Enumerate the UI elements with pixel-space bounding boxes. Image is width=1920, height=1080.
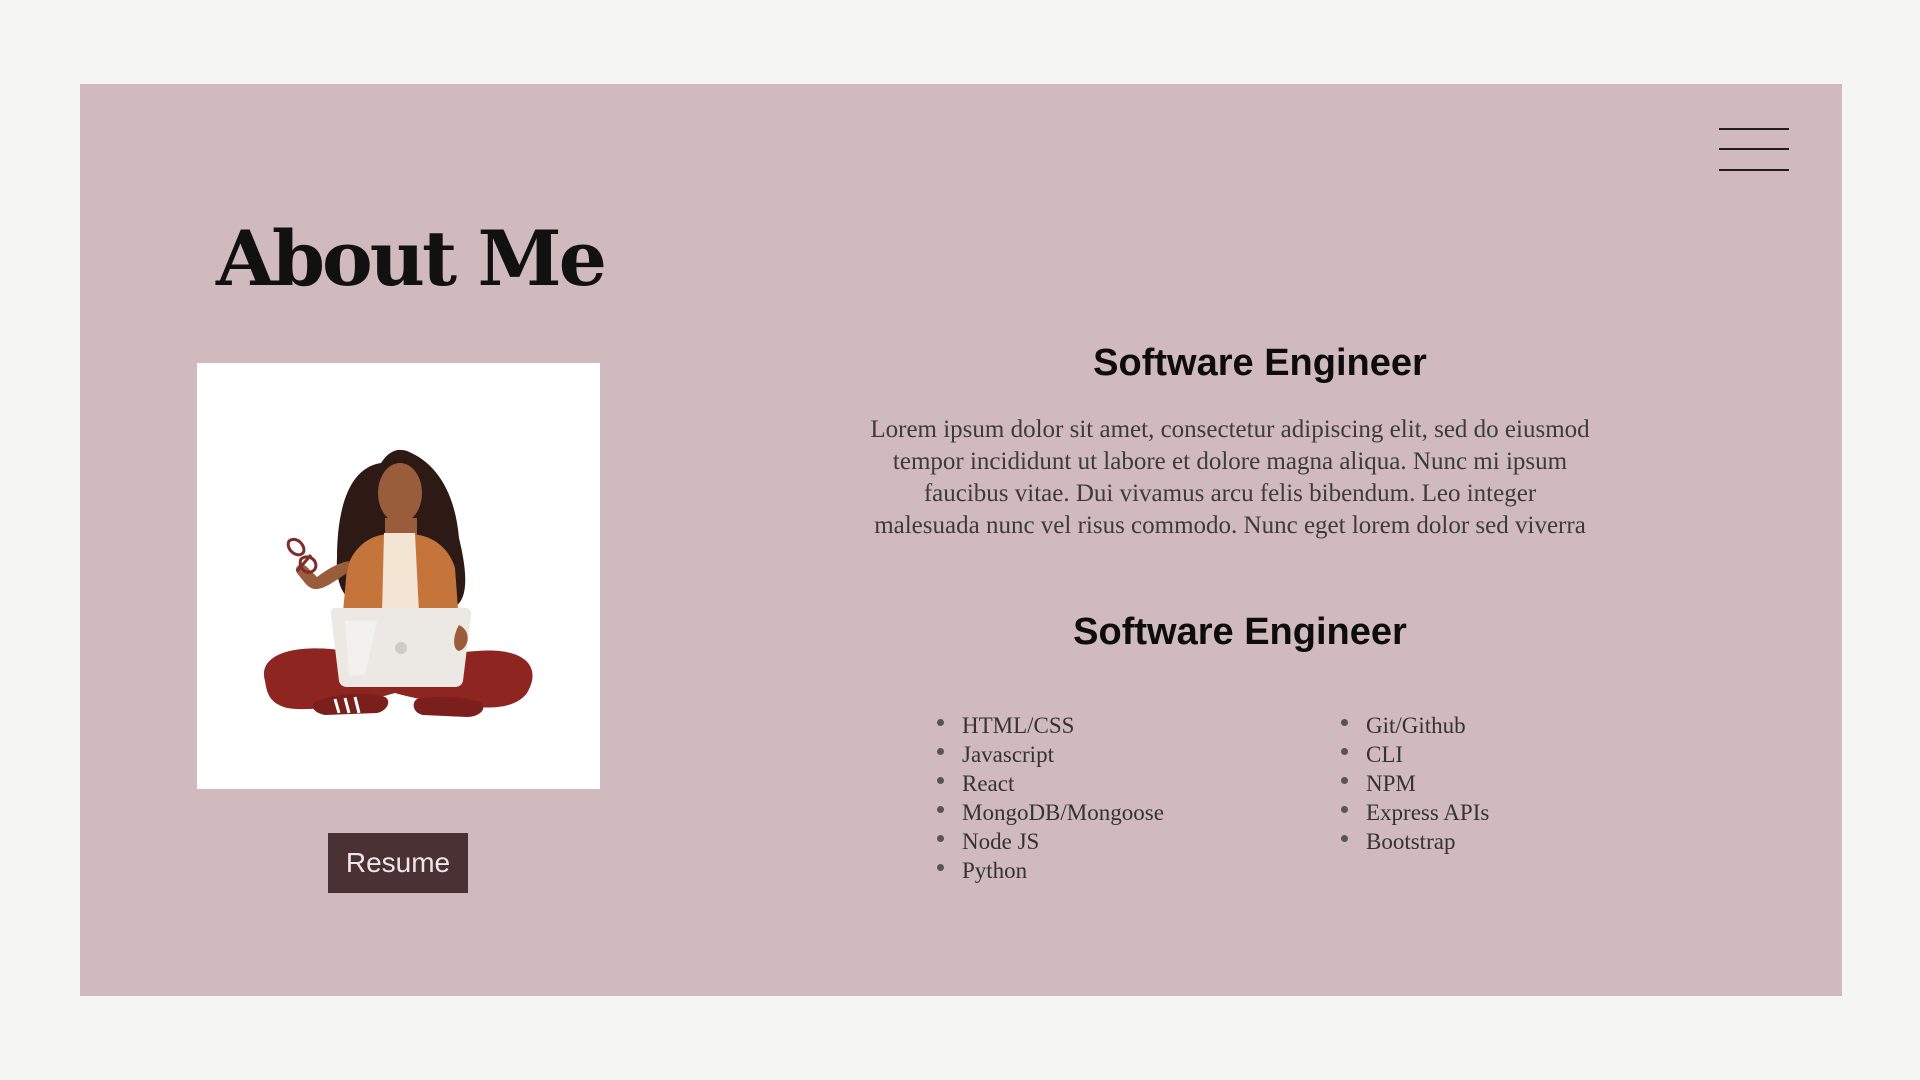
menu-bar: [1719, 128, 1789, 130]
list-item: Bootstrap: [1341, 827, 1489, 856]
menu-bar: [1719, 169, 1789, 171]
list-item: React: [937, 769, 1164, 798]
about-card: About Me Resume Software Engineer Lorem …: [80, 84, 1842, 996]
list-item: HTML/CSS: [937, 711, 1164, 740]
list-item: Node JS: [937, 827, 1164, 856]
list-item: Git/Github: [1341, 711, 1489, 740]
list-item: CLI: [1341, 740, 1489, 769]
list-item: Python: [937, 856, 1164, 885]
menu-bar: [1719, 148, 1789, 150]
section-heading-role: Software Engineer: [1093, 342, 1427, 384]
section-heading-skills: Software Engineer: [1073, 611, 1407, 653]
list-item: NPM: [1341, 769, 1489, 798]
list-item: Javascript: [937, 740, 1164, 769]
resume-button[interactable]: Resume: [328, 833, 468, 893]
bio-paragraph: Lorem ipsum dolor sit amet, consectetur …: [870, 416, 1590, 539]
profile-illustration: [197, 363, 600, 789]
list-item: MongoDB/Mongoose: [937, 798, 1164, 827]
page-title: About Me: [215, 214, 607, 303]
list-item: Express APIs: [1341, 798, 1489, 827]
hamburger-menu-icon[interactable]: [1719, 126, 1789, 174]
skills-list-left: HTML/CSS Javascript React MongoDB/Mongoo…: [937, 711, 1164, 885]
skills-list-right: Git/Github CLI NPM Express APIs Bootstra…: [1341, 711, 1489, 856]
